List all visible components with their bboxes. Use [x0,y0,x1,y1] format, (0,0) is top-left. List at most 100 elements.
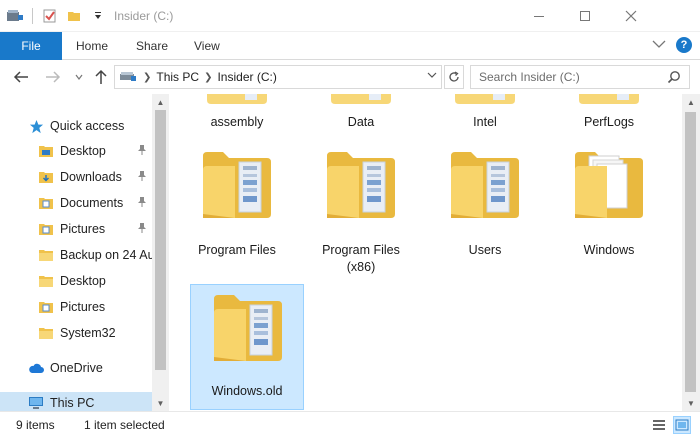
file-list: assembly Data Intel PerfLogs Program Files Pr… [170,94,682,411]
expand-ribbon-chevron-icon[interactable] [652,38,666,52]
search-input[interactable] [479,70,664,84]
back-arrow-icon[interactable] [10,67,32,87]
star-icon [28,118,44,134]
folder-item[interactable]: assembly [180,94,294,134]
up-arrow-icon[interactable] [90,67,112,87]
nav-item-pictures[interactable]: Pictures [38,218,105,240]
nav-onedrive[interactable]: OneDrive [28,357,103,379]
content-scrollbar[interactable]: ▲ ▼ [682,94,700,411]
address-bar[interactable]: ❯ This PC ❯ Insider (C:) [114,65,442,89]
breadcrumb-chevron-icon[interactable]: ❯ [204,72,212,83]
folder-icon [331,94,391,104]
folder-icon [38,325,54,341]
folder-label: PerfLogs [583,115,635,129]
folder-label: assembly [210,115,264,129]
scroll-down-arrow-icon[interactable]: ▼ [152,395,169,411]
status-bar: 9 items 1 item selected [0,411,700,437]
pin-icon[interactable] [137,196,147,211]
address-dropdown-chevron-icon[interactable] [427,70,437,81]
tab-file[interactable]: File [0,32,62,60]
breadcrumb-chevron-icon: ❯ [143,71,152,83]
nav-item-label: Downloads [60,170,122,184]
folder-item[interactable]: Program Files [180,146,294,266]
folder-icon [203,152,271,218]
folder-item[interactable]: Intel [428,94,542,134]
breadcrumb-this-pc[interactable]: This PC [156,70,199,84]
recent-locations-chevron-icon[interactable] [68,67,90,87]
pin-icon[interactable] [137,222,147,237]
ribbon-tabs: File Home Share View ? [0,32,700,60]
nav-item-label: Pictures [60,300,106,314]
folder-label-line2: (x86) [346,260,376,274]
address-row: ❯ This PC ❯ Insider (C:) [0,60,700,94]
minimize-button[interactable] [516,0,562,32]
folder-label: Program Files [322,243,400,257]
forward-arrow-icon[interactable] [42,67,64,87]
nav-item-label: Desktop [60,144,106,158]
nav-item-label: Pictures [60,222,106,236]
drive-icon [119,69,137,86]
folder-item[interactable]: PerfLogs [552,94,666,134]
nav-item-documents[interactable]: Documents [38,192,123,214]
search-box[interactable] [470,65,690,89]
customize-toolbar-chevron-icon[interactable] [89,7,107,25]
selection-count: 1 item selected [84,418,165,432]
tab-view[interactable]: View [194,39,220,53]
folder-item[interactable]: Data [304,94,418,134]
refresh-icon[interactable] [444,65,464,89]
folder-icon [207,94,267,104]
folder-label: Users [468,243,502,257]
details-view-icon[interactable] [650,416,668,434]
folder-icon [38,143,54,159]
breadcrumb-drive[interactable]: Insider (C:) [217,70,276,84]
explorer-app-icon[interactable] [6,7,24,25]
maximize-button[interactable] [562,0,608,32]
folder-icon [327,152,395,218]
folder-label: Program Files [198,243,276,257]
nav-item-pictures[interactable]: Pictures [38,296,105,318]
folder-icon [214,295,282,361]
folder-item[interactable]: Windows.old [190,284,304,410]
folder-icon [38,221,54,237]
nav-item-backup-on-24-au[interactable]: Backup on 24 Au [38,244,155,266]
pin-icon[interactable] [137,144,147,159]
title-bar: Insider (C:) [0,0,700,32]
folder-item[interactable]: Program Files (x86) [304,146,418,274]
folder-icon [575,152,643,218]
folder-icon [38,195,54,211]
nav-item-system32[interactable]: System32 [38,322,116,344]
nav-item-label: System32 [60,326,116,340]
nav-item-desktop[interactable]: Desktop [38,270,106,292]
nav-pane-scrollbar[interactable]: ▲ ▼ [152,94,169,411]
scroll-down-arrow-icon[interactable]: ▼ [682,395,700,411]
window-title: Insider (C:) [114,9,174,23]
scroll-up-arrow-icon[interactable]: ▲ [682,94,700,110]
folder-item[interactable]: Users [428,146,542,266]
large-icons-view-icon[interactable] [673,416,691,434]
cloud-icon [28,360,44,376]
folder-icon [579,94,639,104]
nav-item-desktop[interactable]: Desktop [38,140,106,162]
folder-icon [38,247,54,263]
pin-icon[interactable] [137,170,147,185]
tab-share[interactable]: Share [136,39,168,53]
help-icon[interactable]: ? [676,37,692,53]
close-button[interactable] [608,0,654,32]
nav-item-downloads[interactable]: Downloads [38,166,122,188]
scroll-up-arrow-icon[interactable]: ▲ [152,94,169,110]
folder-label: Windows [583,243,635,257]
item-count: 9 items [16,418,55,432]
scrollbar-thumb[interactable] [155,110,166,370]
folder-item[interactable]: Windows [552,146,666,266]
scrollbar-thumb[interactable] [685,112,696,392]
folder-label: Windows.old [211,384,283,398]
search-icon[interactable] [667,70,681,87]
nav-item-label: Documents [60,196,124,210]
properties-icon[interactable] [41,7,59,25]
nav-this-pc[interactable]: This PC [0,392,152,411]
nav-quick-access[interactable]: Quick access [28,115,124,137]
new-folder-icon[interactable] [65,7,83,25]
navigation-pane: Quick access Desktop Downloads Documents Pi… [0,94,168,411]
folder-label: Data [347,115,375,129]
tab-home[interactable]: Home [76,39,108,53]
